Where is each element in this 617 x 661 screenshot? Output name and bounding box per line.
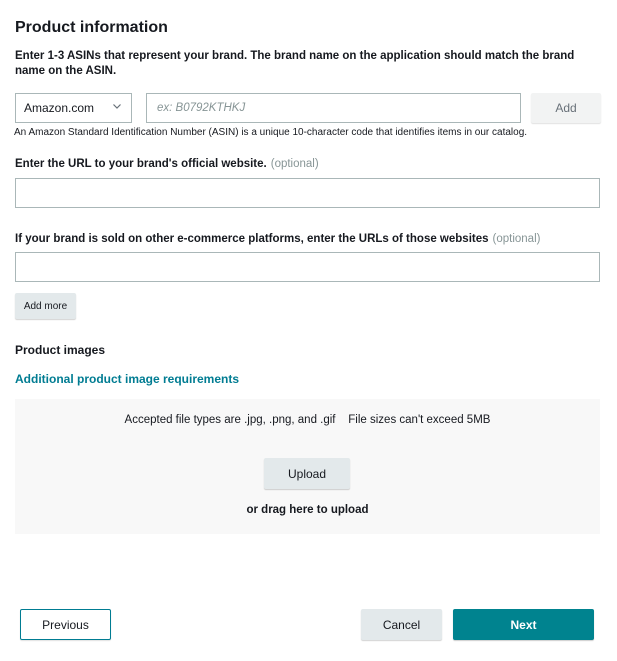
website-label-text: Enter the URL to your brand's official w… (15, 158, 267, 170)
website-label: Enter the URL to your brand's official w… (15, 158, 319, 170)
ecommerce-label: If your brand is sold on other e-commerc… (15, 233, 540, 245)
asin-instructions: Enter 1-3 ASINs that represent your bran… (15, 50, 575, 77)
chevron-down-icon (113, 104, 121, 109)
add-asin-button[interactable]: Add (531, 93, 601, 123)
marketplace-select[interactable]: Amazon.com (15, 93, 132, 123)
ecommerce-label-text: If your brand is sold on other e-commerc… (15, 233, 489, 245)
drag-to-upload-text: or drag here to upload (246, 504, 369, 516)
add-more-button[interactable]: Add more (15, 293, 76, 319)
upload-button[interactable]: Upload (264, 458, 350, 489)
accepted-file-types-text: Accepted file types are .jpg, .png, and … (124, 414, 491, 426)
marketplace-selected-value: Amazon.com (24, 101, 95, 115)
ecommerce-url-input[interactable] (15, 252, 600, 282)
asin-input[interactable] (146, 93, 521, 123)
image-drop-zone[interactable]: Accepted file types are .jpg, .png, and … (15, 399, 600, 534)
asin-help-text: An Amazon Standard Identification Number… (14, 127, 528, 138)
optional-tag: (optional) (270, 158, 319, 170)
cancel-button[interactable]: Cancel (361, 609, 442, 640)
product-images-title: Product images (15, 343, 106, 357)
website-url-input[interactable] (15, 178, 600, 208)
image-requirements-link[interactable]: Additional product image requirements (15, 372, 239, 386)
optional-tag: (optional) (492, 233, 541, 245)
page-title: Product information (15, 19, 168, 36)
next-button[interactable]: Next (453, 609, 594, 640)
previous-button[interactable]: Previous (20, 609, 111, 640)
